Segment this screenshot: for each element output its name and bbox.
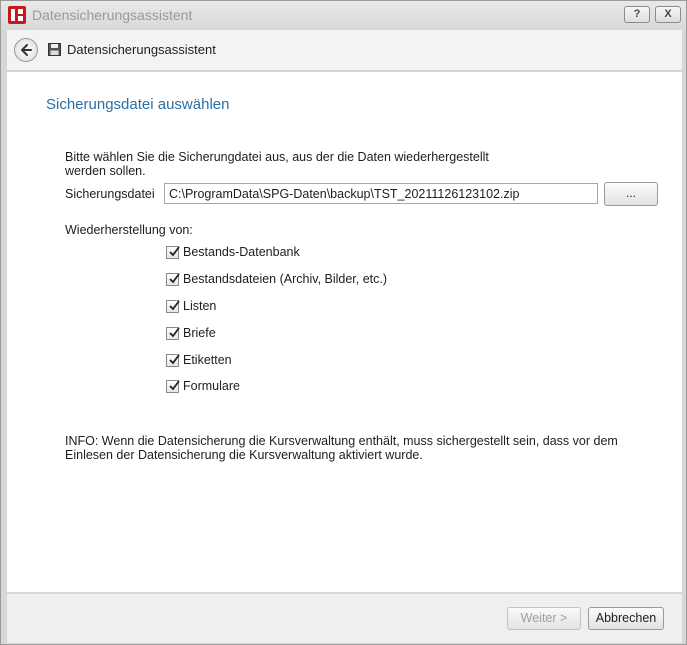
- checkmark-icon: [169, 245, 180, 256]
- checkbox[interactable]: [166, 245, 180, 259]
- arrow-left-icon: [21, 44, 32, 56]
- option-label: Briefe: [183, 326, 216, 340]
- browse-button[interactable]: ...: [604, 182, 658, 206]
- option-label: Bestandsdateien (Archiv, Bilder, etc.): [183, 272, 388, 286]
- option-label: Listen: [183, 299, 217, 313]
- restore-from-label: Wiederherstellung von:: [65, 223, 193, 237]
- option-bestands-datenbank[interactable]: Bestands-Datenbank: [166, 244, 300, 260]
- checkbox[interactable]: [166, 272, 180, 286]
- checkmark-icon: [169, 326, 180, 337]
- checkmark-icon: [169, 299, 180, 310]
- wizard-content: Sicherungsdatei auswählen Bitte wählen S…: [7, 72, 682, 592]
- checkmark-icon: [169, 272, 180, 283]
- wizard-footer: Weiter > Abbrechen: [7, 593, 682, 643]
- intro-text: Bitte wählen Sie die Sicherungdatei aus,…: [65, 150, 489, 178]
- floppy-disk-icon: [48, 43, 61, 56]
- header-bar: Datensicherungsassistent: [7, 30, 682, 71]
- option-listen[interactable]: Listen: [166, 298, 216, 314]
- header-title: Datensicherungsassistent: [67, 42, 216, 57]
- checkbox[interactable]: [166, 379, 180, 393]
- close-button[interactable]: X: [655, 6, 681, 23]
- option-bestandsdateien[interactable]: Bestandsdateien (Archiv, Bilder, etc.): [166, 271, 387, 287]
- app-logo-icon: [8, 6, 26, 24]
- option-label: Etiketten: [183, 353, 232, 367]
- option-briefe[interactable]: Briefe: [166, 325, 216, 341]
- wizard-window: Datensicherungsassistent ? X Datensicher…: [0, 0, 687, 645]
- help-button[interactable]: ?: [624, 6, 650, 23]
- window-title: Datensicherungsassistent: [32, 7, 193, 23]
- option-etiketten[interactable]: Etiketten: [166, 352, 232, 368]
- back-button[interactable]: [14, 38, 38, 62]
- option-formulare[interactable]: Formulare: [166, 378, 240, 394]
- option-label: Formulare: [183, 379, 240, 393]
- title-bar: Datensicherungsassistent ? X: [1, 1, 686, 29]
- checkbox[interactable]: [166, 299, 180, 313]
- page-title: Sicherungsdatei auswählen: [46, 96, 230, 113]
- checkmark-icon: [169, 379, 180, 390]
- checkbox[interactable]: [166, 353, 180, 367]
- option-label: Bestands-Datenbank: [183, 245, 300, 259]
- backup-file-label: Sicherungsdatei: [65, 187, 155, 201]
- checkmark-icon: [169, 353, 180, 364]
- cancel-button[interactable]: Abbrechen: [588, 607, 664, 630]
- next-button[interactable]: Weiter >: [507, 607, 581, 630]
- backup-file-input[interactable]: [164, 183, 598, 204]
- info-text: INFO: Wenn die Datensicherung die Kursve…: [65, 434, 618, 462]
- checkbox[interactable]: [166, 326, 180, 340]
